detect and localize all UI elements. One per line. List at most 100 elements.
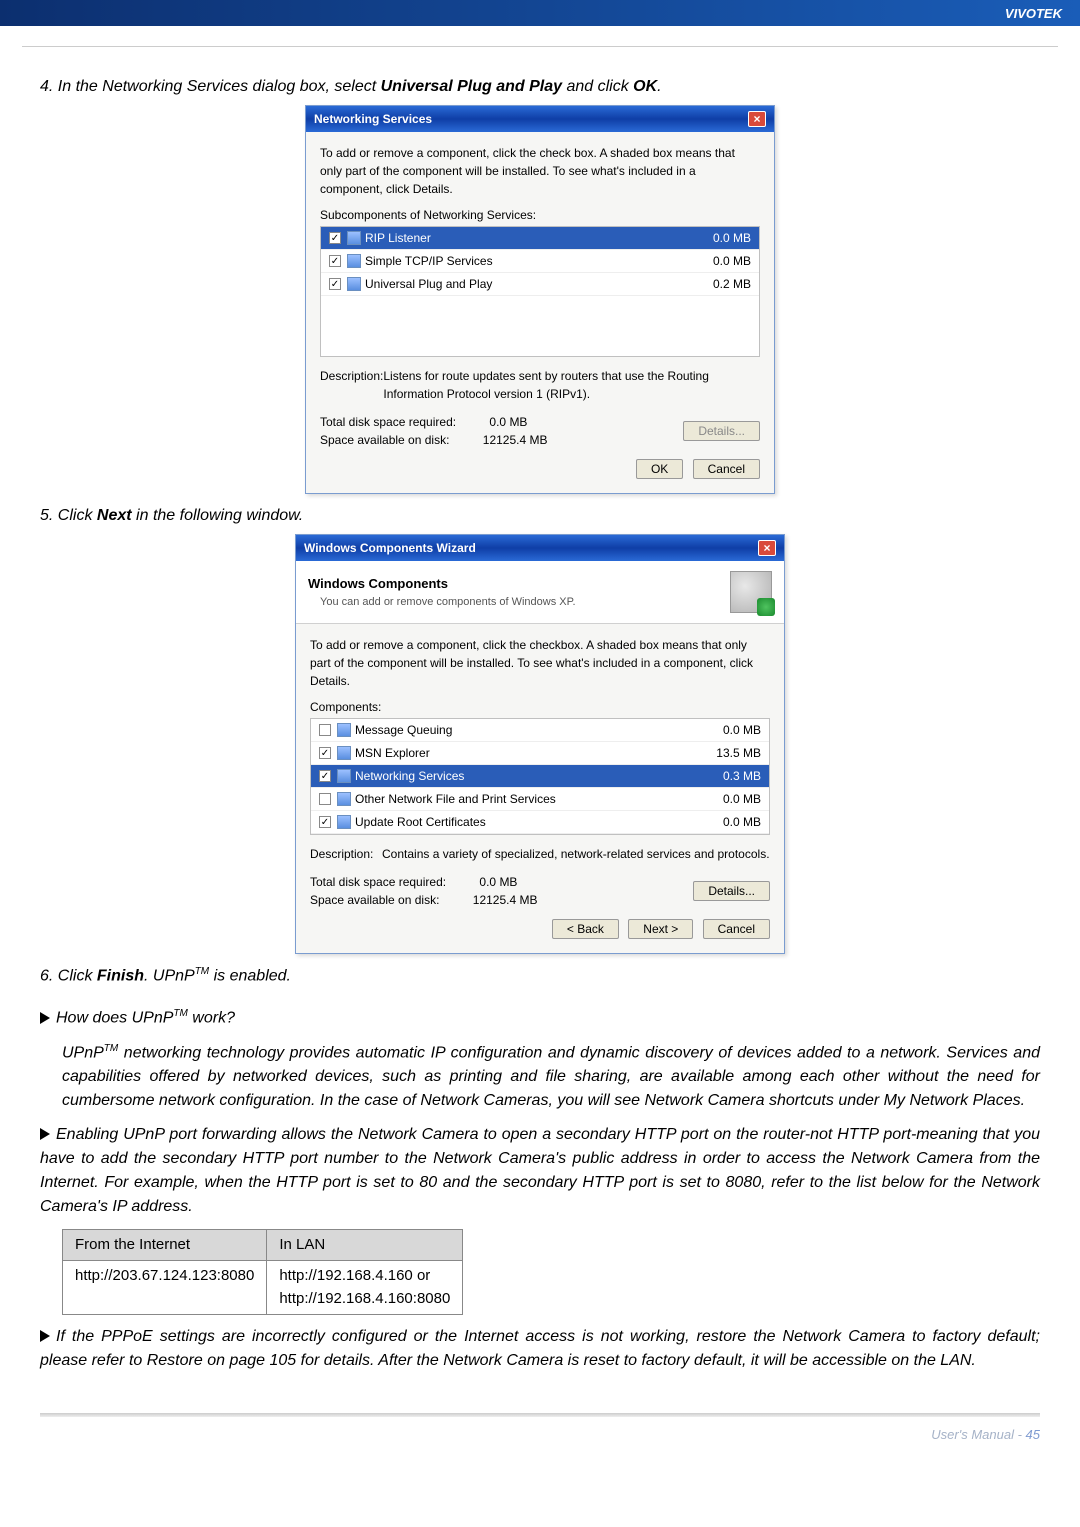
page-number: 45	[1026, 1427, 1040, 1442]
wiz-avail-val: 12125.4 MB	[473, 893, 538, 907]
dialog-buttons: OK Cancel	[320, 459, 760, 479]
content-area: 4. In the Networking Services dialog box…	[40, 46, 1040, 1445]
wizard-dialog-titlebar: Windows Components Wizard ×	[296, 535, 784, 561]
wiz-description-row: Description: Contains a variety of speci…	[310, 845, 770, 863]
step4-tail: and click	[562, 78, 633, 95]
checkbox-icon[interactable]	[329, 232, 341, 244]
list-item-size: 0.0 MB	[681, 229, 751, 247]
arrow-icon	[40, 1012, 50, 1024]
wiz-details-button[interactable]: Details...	[693, 881, 770, 901]
wiz-avail-label: Space available on disk:	[310, 893, 439, 907]
list-item[interactable]: Update Root Certificates 0.0 MB	[311, 811, 769, 834]
arrow-icon	[40, 1128, 50, 1140]
page: VIVOTEK 4. In the Networking Services di…	[0, 0, 1080, 1527]
avail-label: Space available on disk:	[320, 433, 449, 447]
wizard-dialog-wrap: Windows Components Wizard × Windows Comp…	[40, 534, 1040, 954]
top-bar: VIVOTEK	[0, 0, 1080, 26]
list-item[interactable]: Networking Services 0.3 MB	[311, 765, 769, 788]
wizard-desc: To add or remove a component, click the …	[310, 636, 770, 690]
step4-text: 4. In the Networking Services dialog box…	[40, 78, 381, 95]
checkbox-icon[interactable]	[319, 793, 331, 805]
address-table: From the Internet In LAN http://203.67.1…	[62, 1229, 463, 1316]
list-item-size: 0.0 MB	[691, 813, 761, 831]
step5-bold: Next	[97, 507, 132, 524]
list-item-size: 13.5 MB	[691, 744, 761, 762]
list-item-label: Universal Plug and Play	[365, 275, 681, 293]
checkbox-icon[interactable]	[329, 278, 341, 290]
how-does-heading: How does UPnPTM work?	[40, 1006, 1040, 1030]
wizard-head-sub: You can add or remove components of Wind…	[320, 594, 576, 611]
table-row: From the Internet In LAN	[63, 1229, 463, 1261]
close-icon[interactable]: ×	[748, 111, 766, 127]
table-cell-internet: http://203.67.124.123:8080	[63, 1261, 267, 1315]
how-does-body: UPnPTM networking technology provides au…	[62, 1041, 1040, 1113]
list-item[interactable]: Universal Plug and Play 0.2 MB	[321, 273, 759, 296]
lan-addr-2: http://192.168.4.160:8080	[279, 1290, 450, 1307]
list-item-size: 0.0 MB	[691, 790, 761, 808]
footer-rule	[40, 1413, 1040, 1417]
table-cell-lan: http://192.168.4.160 or http://192.168.4…	[267, 1261, 463, 1315]
list-item[interactable]: Message Queuing 0.0 MB	[311, 719, 769, 742]
totals-row: Total disk space required: 0.0 MB Space …	[320, 413, 760, 449]
list-item[interactable]: Other Network File and Print Services 0.…	[311, 788, 769, 811]
list-item-size: 0.2 MB	[681, 275, 751, 293]
description-label: Description:	[320, 367, 383, 403]
table-header-lan: In LAN	[267, 1229, 463, 1261]
component-icon	[337, 746, 351, 760]
next-button[interactable]: Next >	[628, 919, 693, 939]
wizard-header: Windows Components You can add or remove…	[296, 561, 784, 624]
list-item-label: Update Root Certificates	[355, 813, 691, 831]
totals-labels: Total disk space required: 0.0 MB Space …	[320, 413, 547, 449]
wiz-total-val: 0.0 MB	[479, 875, 517, 889]
table-header-internet: From the Internet	[63, 1229, 267, 1261]
details-button[interactable]: Details...	[683, 421, 760, 441]
header-rule	[22, 46, 1058, 47]
table-row: http://203.67.124.123:8080 http://192.16…	[63, 1261, 463, 1315]
avail-val: 12125.4 MB	[483, 433, 548, 447]
wiz-cancel-button[interactable]: Cancel	[703, 919, 770, 939]
checkbox-icon[interactable]	[329, 255, 341, 267]
list-item-label: RIP Listener	[365, 229, 681, 247]
step6-a: 6. Click	[40, 967, 97, 984]
components-list: Message Queuing 0.0 MB MSN Explorer 13.5…	[310, 718, 770, 835]
wiz-totals-labels: Total disk space required: 0.0 MB Space …	[310, 873, 537, 909]
networking-dialog-wrap: Networking Services × To add or remove a…	[40, 105, 1040, 494]
wizard-body: To add or remove a component, click the …	[296, 624, 784, 953]
list-item[interactable]: RIP Listener 0.0 MB	[321, 227, 759, 250]
back-button[interactable]: < Back	[552, 919, 619, 939]
step5-tail: in the following window.	[132, 507, 304, 524]
description-text: Listens for route updates sent by router…	[383, 367, 760, 403]
step4-bold: Universal Plug and Play	[381, 78, 562, 95]
howdoes-body-tm: TM	[104, 1043, 118, 1054]
checkbox-icon[interactable]	[319, 724, 331, 736]
checkbox-icon[interactable]	[319, 770, 331, 782]
step6-c: is enabled.	[209, 967, 291, 984]
arrow-icon	[40, 1330, 50, 1342]
component-icon	[337, 815, 351, 829]
list-item-label: Simple TCP/IP Services	[365, 252, 681, 270]
checkbox-icon[interactable]	[319, 816, 331, 828]
list-item-label: Networking Services	[355, 767, 691, 785]
checkbox-icon[interactable]	[319, 747, 331, 759]
footer-label: User's Manual -	[931, 1427, 1022, 1442]
list-item[interactable]: Simple TCP/IP Services 0.0 MB	[321, 250, 759, 273]
wizard-buttons: < Back Next > Cancel	[310, 919, 770, 939]
networking-dialog-body: To add or remove a component, click the …	[306, 132, 774, 493]
description-row: Description: Listens for route updates s…	[320, 367, 760, 403]
wiz-description-label: Description:	[310, 845, 382, 863]
list-item[interactable]: MSN Explorer 13.5 MB	[311, 742, 769, 765]
network-icon	[347, 254, 361, 268]
ok-button[interactable]: OK	[636, 459, 683, 479]
component-icon	[337, 792, 351, 806]
step4-period: .	[657, 78, 661, 95]
wizard-icon	[730, 571, 772, 613]
close-icon[interactable]: ×	[758, 540, 776, 556]
wizard-header-left: Windows Components You can add or remove…	[308, 574, 576, 610]
enabling-text: Enabling UPnP port forwarding allows the…	[40, 1126, 1040, 1215]
step6-line: 6. Click Finish. UPnPTM is enabled.	[40, 964, 1040, 988]
cancel-button[interactable]: Cancel	[693, 459, 760, 479]
pppoe-text: If the PPPoE settings are incorrectly co…	[40, 1328, 1040, 1369]
howdoes-body-b: networking technology provides automatic…	[62, 1044, 1040, 1109]
components-label: Components:	[310, 698, 770, 716]
lan-addr-1: http://192.168.4.160 or	[279, 1267, 430, 1284]
